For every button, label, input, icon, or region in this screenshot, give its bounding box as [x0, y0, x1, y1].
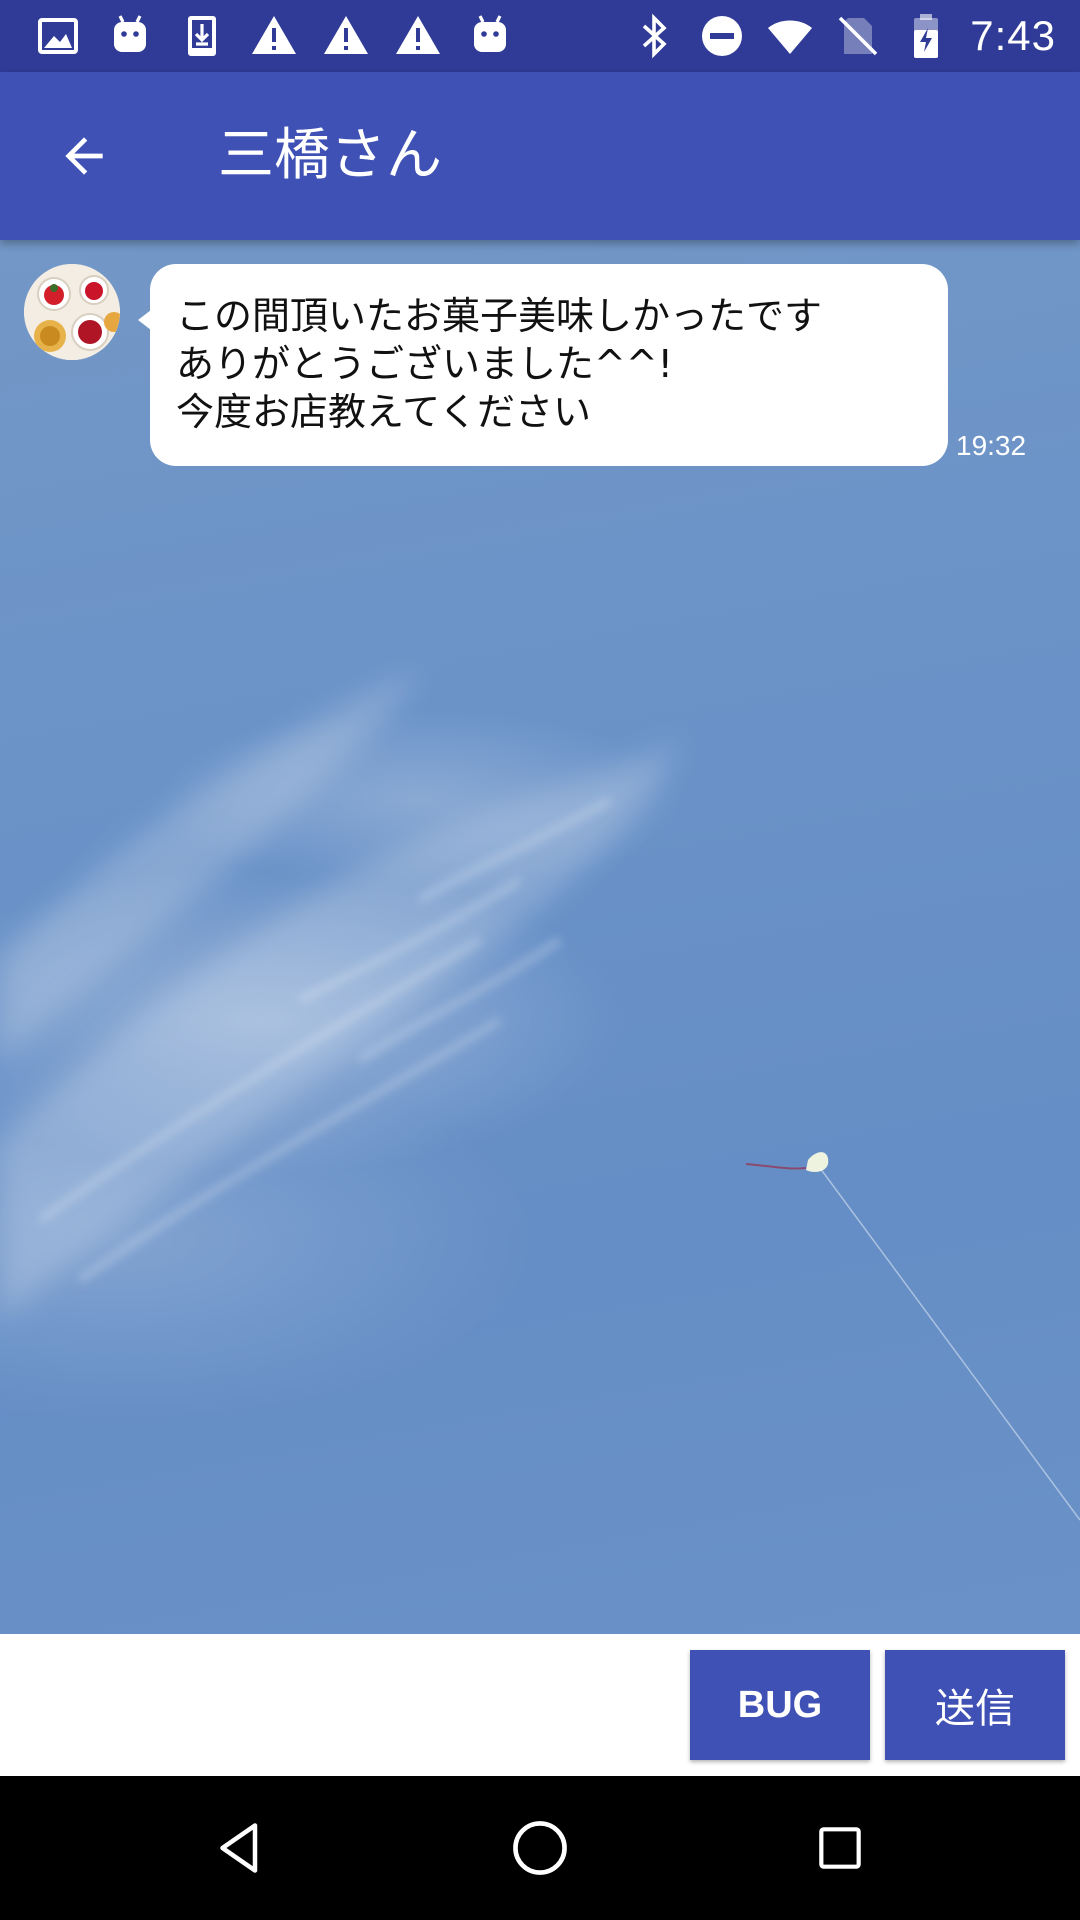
bug-button[interactable]: BUG — [690, 1650, 870, 1760]
back-triangle-icon — [220, 1823, 258, 1873]
message-input[interactable] — [0, 1634, 680, 1776]
notification-icons — [34, 12, 514, 60]
arrow-back-icon — [65, 137, 103, 175]
nav-recents-button[interactable] — [800, 1808, 880, 1888]
recents-square-icon — [819, 1827, 861, 1869]
app-bar: 三橋さん — [0, 72, 1080, 240]
back-button[interactable] — [40, 112, 128, 200]
composer-bar: BUG 送信 — [0, 1634, 1080, 1776]
message-line: 今度お店教えてください — [176, 390, 591, 434]
system-icons: 7:43 — [630, 10, 1056, 62]
chat-area[interactable]: この間頂いたお菓子美味しかったです ありがとうございました^^! 今度お店教えて… — [0, 240, 1080, 1634]
warning-icon — [324, 16, 368, 54]
warning-icon — [396, 16, 440, 54]
no-sim-icon — [838, 16, 878, 56]
android-icon — [474, 15, 506, 52]
wifi-icon — [768, 20, 813, 54]
image-icon — [38, 18, 78, 54]
clock: 7:43 — [970, 12, 1056, 59]
navigation-bar — [0, 1776, 1080, 1920]
android-icon — [114, 15, 146, 52]
nav-back-button[interactable] — [200, 1808, 280, 1888]
message-line: ありがとうございました^^! — [176, 342, 673, 386]
message-timestamp: 19:32 — [956, 430, 1027, 461]
nav-home-button[interactable] — [500, 1808, 580, 1888]
screen: 7:43 三橋さん この間頂いたお菓子美味しかったです ありがとうございました^… — [0, 0, 1080, 1920]
send-button[interactable]: 送信 — [885, 1650, 1065, 1760]
home-circle-icon — [513, 1821, 567, 1875]
sweets-avatar — [24, 264, 120, 360]
message-bubble[interactable]: この間頂いたお菓子美味しかったです ありがとうございました^^! 今度お店教えて… — [138, 264, 948, 466]
status-bar: 7:43 — [0, 0, 1080, 72]
avatar[interactable] — [24, 264, 120, 360]
do-not-disturb-icon — [702, 16, 743, 56]
kite — [745, 1152, 1080, 1521]
battery-charging-icon — [914, 14, 939, 58]
chat-partner-name: 三橋さん — [218, 123, 442, 188]
warning-icon — [252, 16, 296, 54]
bluetooth-icon — [643, 13, 667, 59]
download-icon — [188, 16, 216, 56]
message-line: この間頂いたお菓子美味しかったです — [176, 294, 823, 338]
